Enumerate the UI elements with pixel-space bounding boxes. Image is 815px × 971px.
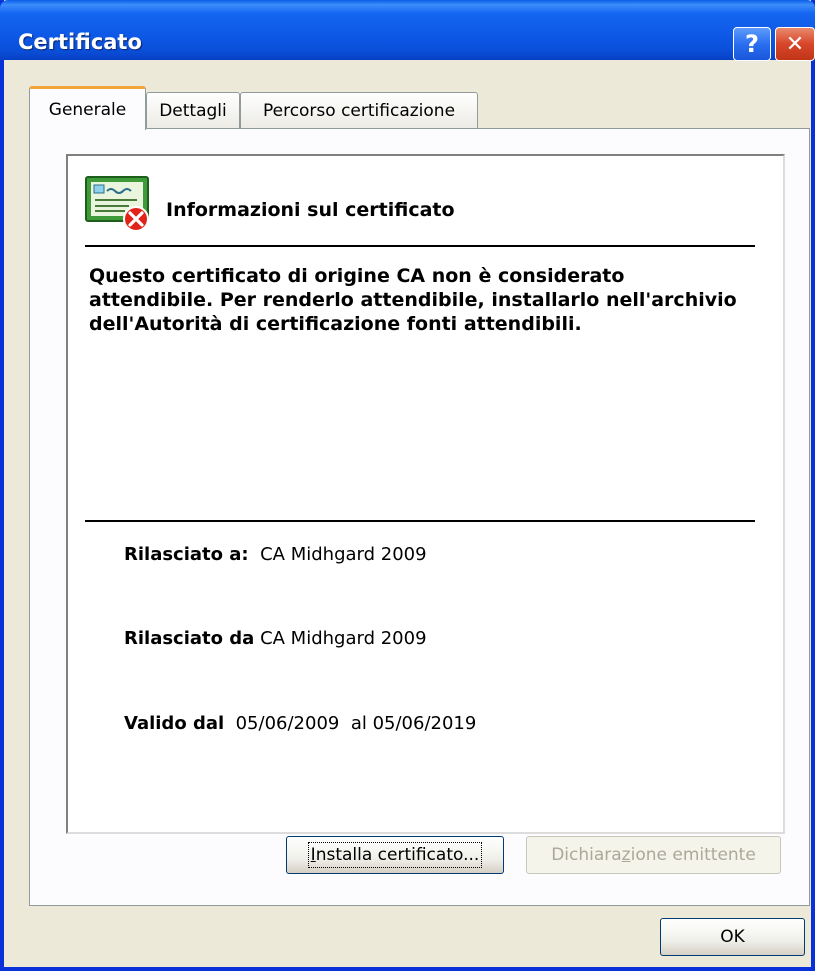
tab-percorso-certificazione[interactable]: Percorso certificazione — [240, 92, 478, 128]
issued-to-row: Rilasciato a: CA Midhgard 2009 — [124, 544, 427, 565]
certificate-error-icon — [85, 176, 149, 232]
issued-by-row: Rilasciato da CA Midhgard 2009 — [124, 628, 427, 649]
install-certificate-button[interactable]: Installa certificato... — [286, 836, 504, 874]
tab-dettagli-label: Dettagli — [159, 100, 227, 121]
help-button[interactable]: ? — [733, 27, 771, 61]
issuer-statement-label: Dichiarazione emittente — [551, 845, 756, 865]
tab-page-generale: Informazioni sul certificato Questo cert… — [29, 128, 810, 906]
tab-generale-label: Generale — [48, 99, 127, 120]
tab-generale[interactable]: Generale — [29, 86, 146, 130]
issued-to-value: CA Midhgard 2009 — [260, 544, 427, 565]
certificate-info-heading: Informazioni sul certificato — [166, 199, 455, 221]
issued-to-label: Rilasciato a: — [124, 544, 249, 565]
certificate-dialog: Certificato ? ✕ Generale Dettagli Percor… — [0, 0, 815, 971]
issued-by-value: CA Midhgard 2009 — [260, 628, 427, 649]
tab-dettagli[interactable]: Dettagli — [146, 92, 240, 128]
details-divider — [85, 520, 755, 522]
close-button[interactable]: ✕ — [775, 27, 815, 61]
valid-from-label: Valido dal — [124, 713, 225, 734]
close-icon: ✕ — [785, 31, 805, 57]
validity-row: Valido dal 05/06/2009 al 05/06/2019 — [124, 713, 476, 734]
valid-to-label: al — [350, 713, 367, 734]
heading-divider — [85, 245, 755, 247]
untrusted-warning-text: Questo certificato di origine CA non è c… — [89, 265, 737, 335]
valid-from-value: 05/06/2009 — [235, 713, 340, 734]
tab-percorso-certificazione-label: Percorso certificazione — [262, 100, 456, 121]
help-icon: ? — [745, 30, 759, 58]
valid-to-value: 05/06/2019 — [372, 713, 477, 734]
ok-label: OK — [720, 927, 745, 947]
certificate-info-panel: Informazioni sul certificato Questo cert… — [66, 154, 785, 834]
issuer-statement-button[interactable]: Dichiarazione emittente — [526, 836, 781, 874]
ok-button[interactable]: OK — [660, 918, 805, 956]
window-title: Certificato — [18, 30, 142, 54]
install-certificate-label: Installa certificato... — [307, 842, 483, 868]
issued-by-label: Rilasciato da — [124, 628, 255, 649]
title-bar[interactable]: Certificato ? ✕ — [0, 0, 815, 61]
